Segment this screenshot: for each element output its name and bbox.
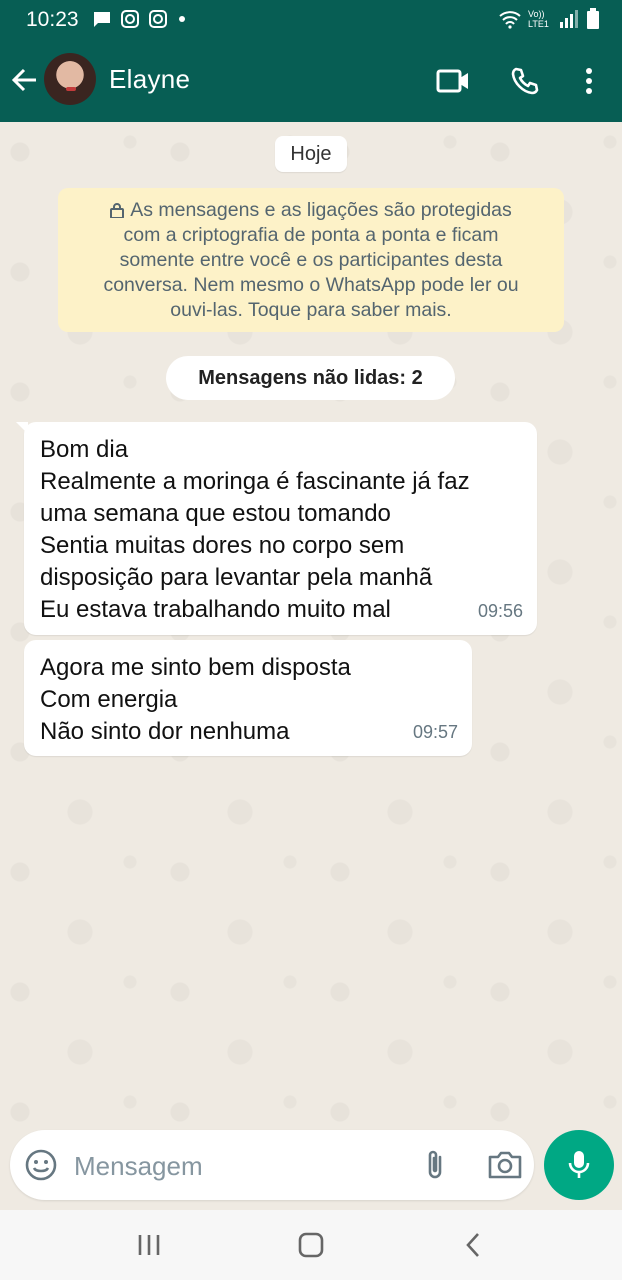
message-line: Eu estava trabalhando muito mal <box>40 596 391 623</box>
voice-message-button[interactable] <box>544 1130 614 1200</box>
video-call-icon <box>436 69 468 93</box>
message-line: Agora me sinto bem disposta <box>40 654 351 681</box>
paperclip-icon <box>428 1150 442 1179</box>
arrow-left-icon <box>11 68 36 92</box>
date-chip: Hoje <box>275 136 347 172</box>
message-line: Bom dia <box>40 436 129 463</box>
encryption-line: somente entre você e os participantes de… <box>119 249 503 271</box>
unread-messages-chip: Mensagens não lidas: 2 <box>166 356 455 400</box>
dot-icon <box>179 16 185 22</box>
message-notification-icon <box>94 12 110 27</box>
wifi-icon <box>499 11 521 29</box>
status-time: 10:23 <box>26 8 79 31</box>
chat-header: Elayne <box>0 40 622 122</box>
system-icons: Vo)) LTE1 <box>498 8 600 30</box>
avatar[interactable] <box>44 53 96 105</box>
notification-icons <box>92 10 196 28</box>
lock-icon <box>110 203 125 218</box>
encryption-line: conversa. Nem mesmo o WhatsApp pode ler … <box>103 274 519 296</box>
home-icon <box>298 1232 324 1258</box>
recent-apps-button[interactable] <box>132 1228 166 1262</box>
more-vert-icon <box>586 68 592 94</box>
contact-name[interactable]: Elayne <box>109 64 190 95</box>
emoji-icon <box>25 1149 57 1181</box>
menu-button[interactable] <box>570 62 608 100</box>
signal-icon <box>560 10 578 28</box>
instagram-icon <box>121 10 139 28</box>
message-line: Realmente a moringa é fascinante já faz <box>40 468 470 495</box>
encryption-line: ouvi-las. Toque para saber mais. <box>170 299 452 321</box>
message-composer <box>10 1130 534 1200</box>
battery-icon <box>587 8 599 29</box>
encryption-line: com a criptografia de ponta a ponta e fi… <box>123 224 499 246</box>
chat-area[interactable]: Hoje As mensagens e as ligações são prot… <box>0 122 622 1210</box>
message-line: Não sinto dor nenhuma <box>40 718 290 745</box>
emoji-button[interactable] <box>24 1148 58 1182</box>
message-line: Sentia muitas dores no corpo sem <box>40 532 405 559</box>
status-bar: 10:23 Vo)) LTE1 <box>0 0 622 40</box>
back-button[interactable] <box>10 62 40 98</box>
message-bubble[interactable]: Agora me sinto bem disposta Com energia … <box>24 640 472 756</box>
network-label: Vo)) LTE1 <box>528 9 549 29</box>
encryption-notice[interactable]: As mensagens e as ligações são protegida… <box>58 188 564 332</box>
instagram-icon <box>149 10 167 28</box>
video-call-button[interactable] <box>434 62 472 100</box>
message-line: disposição para levantar pela manhã <box>40 564 433 591</box>
message-bubble[interactable]: Bom dia Realmente a moringa é fascinante… <box>16 422 537 635</box>
recent-apps-icon <box>138 1235 160 1255</box>
microphone-icon <box>568 1151 590 1178</box>
camera-button[interactable] <box>486 1147 524 1183</box>
nav-back-button[interactable] <box>456 1228 490 1262</box>
attach-button[interactable] <box>418 1147 454 1183</box>
chevron-left-icon <box>466 1233 479 1257</box>
message-time: 09:56 <box>477 601 523 621</box>
voice-call-button[interactable] <box>506 62 544 100</box>
encryption-line: As mensagens e as ligações são protegida… <box>74 198 548 223</box>
phone-icon <box>511 67 539 95</box>
message-line: Com energia <box>40 686 178 713</box>
camera-icon <box>488 1151 522 1179</box>
message-input[interactable] <box>72 1144 396 1188</box>
message-time: 09:57 <box>412 722 458 742</box>
message-line: uma semana que estou tomando <box>40 500 391 527</box>
home-button[interactable] <box>294 1228 328 1262</box>
system-nav-bar <box>0 1210 622 1280</box>
